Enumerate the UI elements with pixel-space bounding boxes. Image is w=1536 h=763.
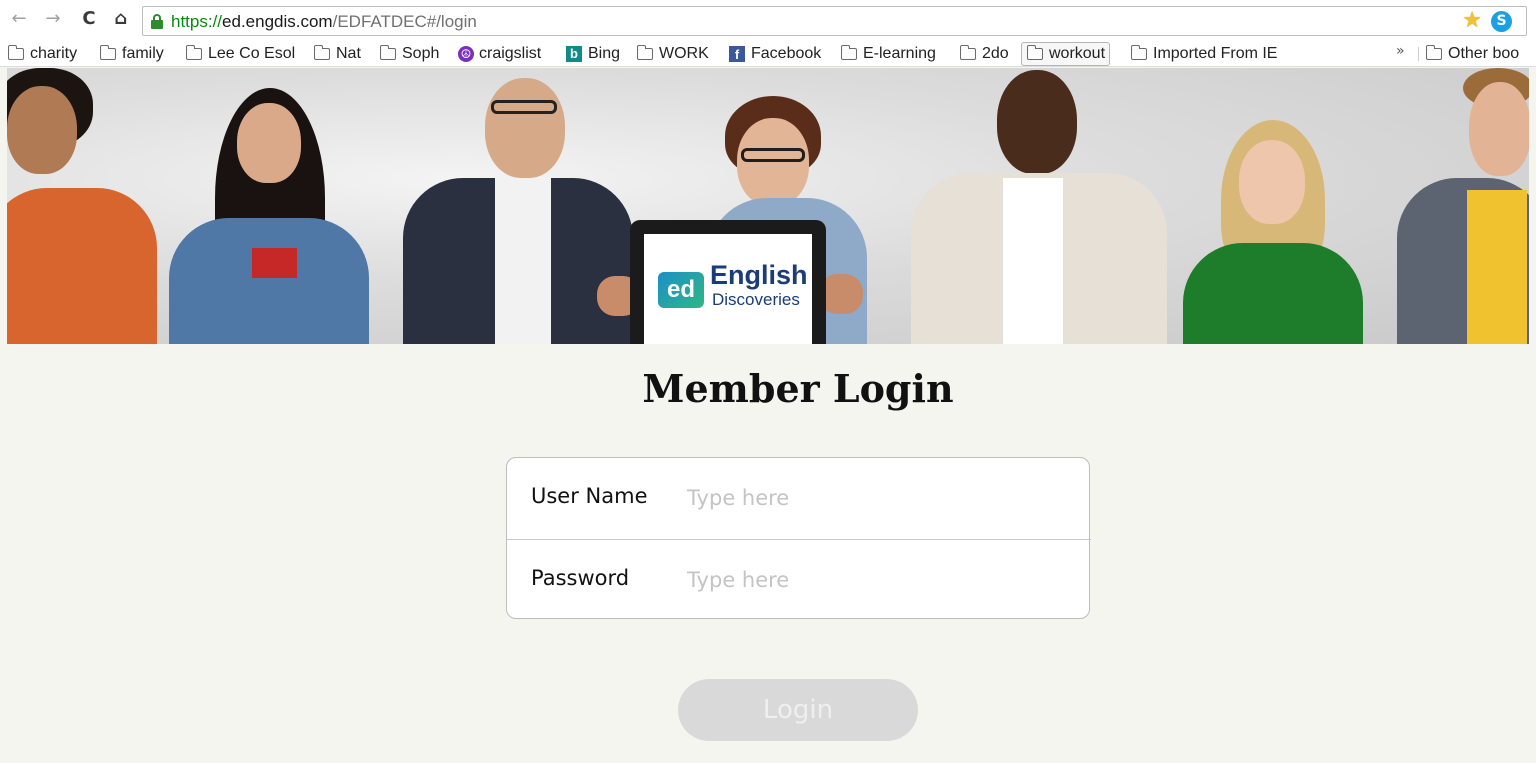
bookmarks-overflow-chevron[interactable]: » (1396, 43, 1405, 59)
url-text[interactable]: https://ed.engdis.com/EDFATDEC#/login (171, 12, 477, 32)
bookmark-label: Imported From IE (1153, 45, 1278, 62)
tablet-logo: ed English Discoveries (630, 220, 826, 344)
bookmarks-separator (1418, 47, 1419, 61)
bookmark-label: family (122, 45, 164, 62)
bookmark-soph[interactable]: Soph (379, 42, 440, 66)
folder-icon (7, 45, 24, 60)
bookmark-bing[interactable]: b Bing (566, 42, 620, 66)
folder-icon (840, 45, 857, 60)
back-arrow-icon[interactable]: ← (8, 8, 30, 30)
bookmark-workout[interactable]: workout (1021, 42, 1111, 66)
bookmark-label: Other boo (1448, 45, 1520, 62)
folder-icon (313, 45, 330, 60)
folder-icon (185, 45, 202, 60)
folder-icon (959, 45, 976, 60)
bookmark-facebook[interactable]: f Facebook (729, 42, 821, 66)
bookmarks-bar: charity family Lee Co Esol Nat Soph ☮ cra… (0, 41, 1536, 67)
bookmark-e-learning[interactable]: E-learning (840, 42, 936, 66)
address-bar[interactable]: https://ed.engdis.com/EDFATDEC#/login ★ … (142, 6, 1527, 36)
folder-icon (1130, 45, 1147, 60)
bookmark-label: charity (30, 45, 78, 62)
brand-name-discoveries: Discoveries (712, 290, 800, 309)
password-label: Password (531, 566, 630, 590)
reload-icon[interactable]: C (78, 8, 100, 30)
password-row: Password (507, 539, 1091, 619)
bookmark-label: Facebook (751, 45, 822, 62)
hero-banner: ed English Discoveries (7, 68, 1529, 344)
password-input[interactable] (687, 560, 1067, 600)
bookmark-imported-from-ie[interactable]: Imported From IE (1130, 42, 1278, 66)
bookmark-nat[interactable]: Nat (313, 42, 361, 66)
forward-arrow-icon[interactable]: → (42, 8, 64, 30)
bookmark-charity[interactable]: charity (7, 42, 78, 66)
username-row: User Name (507, 458, 1091, 538)
folder-icon (1026, 45, 1043, 60)
bookmark-star-icon[interactable]: ★ (1462, 10, 1482, 32)
bookmark-other-bookmarks[interactable]: Other boo (1425, 42, 1520, 66)
login-button[interactable]: Login (678, 679, 918, 741)
browser-toolbar: ← → C ⌂ https://ed.engdis.com/EDFATDEC#/… (0, 0, 1536, 42)
login-form: User Name Password (506, 457, 1091, 619)
bookmark-2do[interactable]: 2do (959, 42, 1009, 66)
facebook-icon: f (729, 46, 745, 62)
home-icon[interactable]: ⌂ (110, 8, 132, 30)
bookmark-label: Soph (402, 45, 440, 62)
bookmark-label: craigslist (479, 45, 542, 62)
bookmark-craigslist[interactable]: ☮ craigslist (458, 42, 541, 66)
bookmark-label: WORK (659, 45, 709, 62)
page-title: Member Login (642, 366, 954, 411)
skype-icon[interactable]: S (1491, 11, 1512, 32)
folder-icon (1425, 45, 1442, 60)
bookmark-work[interactable]: WORK (636, 42, 709, 66)
bookmark-label: Nat (336, 45, 361, 62)
folder-icon (99, 45, 116, 60)
username-label: User Name (531, 484, 648, 508)
bookmark-label: E-learning (863, 45, 936, 62)
url-scheme: https:// (171, 12, 223, 31)
lock-icon (151, 14, 163, 29)
brand-name-english: English (710, 260, 808, 290)
bookmark-label: 2do (982, 45, 1009, 62)
bookmark-family[interactable]: family (99, 42, 164, 66)
ed-logo-badge: ed (658, 272, 704, 308)
bookmark-label: workout (1049, 45, 1106, 62)
peace-icon: ☮ (458, 46, 474, 62)
url-host: ed.engdis.com (222, 12, 333, 31)
bing-icon: b (566, 46, 582, 62)
url-path: /EDFATDEC#/login (332, 12, 477, 31)
folder-icon (379, 45, 396, 60)
bookmark-label: Lee Co Esol (208, 45, 296, 62)
bookmark-label: Bing (588, 45, 621, 62)
folder-icon (636, 45, 653, 60)
username-input[interactable] (687, 478, 1067, 518)
tablet-screen: ed English Discoveries (644, 234, 812, 344)
bookmark-lee-co-esol[interactable]: Lee Co Esol (185, 42, 296, 66)
